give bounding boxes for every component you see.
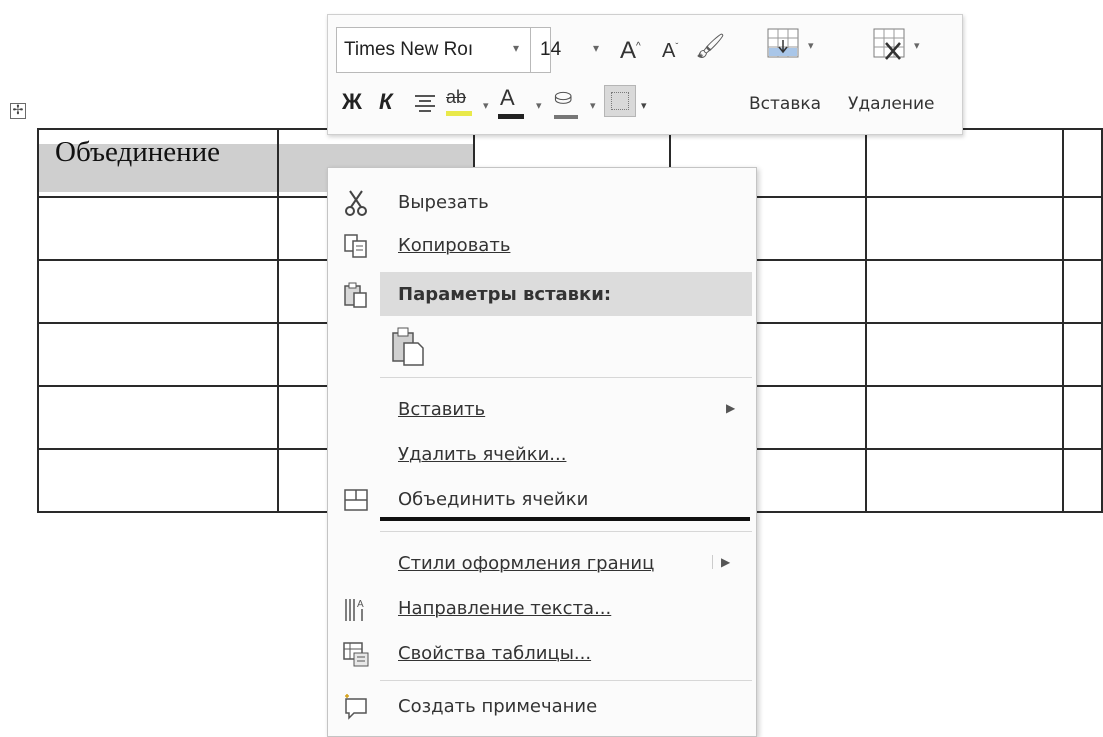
table-cell[interactable] (865, 259, 1064, 324)
grow-font-icon: A (620, 37, 637, 64)
table-cell[interactable] (37, 196, 279, 261)
font-size-dropdown-icon[interactable]: ▾ (593, 41, 599, 55)
merge-cells-icon (342, 486, 370, 514)
table-cell[interactable] (865, 322, 1064, 387)
table-cell[interactable] (1061, 196, 1103, 261)
delete-button[interactable]: Удаление (848, 94, 934, 114)
table-cell[interactable] (1061, 385, 1103, 450)
table-cell[interactable] (1061, 128, 1103, 198)
shading-color-bar (554, 115, 578, 119)
menu-item-label: Стили оформления границ (398, 553, 655, 574)
text-direction-icon: A (342, 595, 370, 623)
annotation-underline (380, 517, 750, 521)
menu-item-insert[interactable]: Вставить ▶ (328, 387, 756, 431)
mini-toolbar: Times New Roı ▾ 14 ▾ A^ Aˇ 🖌 Ж К ab ▾ A … (327, 14, 963, 135)
menu-item-label: Направление текста... (398, 598, 612, 619)
shading-button[interactable]: ⛀ (554, 85, 578, 119)
cell-text: Объединение (55, 136, 221, 168)
paste-keep-source-button[interactable] (328, 321, 756, 373)
menu-item-label: Удалить ячейки... (398, 444, 567, 465)
menu-item-cut[interactable]: Вырезать (328, 180, 756, 224)
font-size-input[interactable]: 14 (540, 39, 561, 61)
menu-item-new-comment[interactable]: Создать примечание (328, 684, 756, 728)
align-center-icon[interactable] (415, 95, 435, 112)
svg-text:A: A (357, 599, 364, 610)
borders-icon (611, 92, 629, 110)
font-name-input[interactable]: Times New Roı (344, 39, 494, 61)
menu-separator (380, 680, 752, 681)
scissors-icon (342, 189, 370, 217)
menu-item-label: Параметры вставки: (398, 284, 612, 305)
font-color-bar (498, 114, 524, 119)
menu-separator (380, 377, 752, 378)
shading-dropdown-icon[interactable]: ▾ (590, 99, 596, 112)
menu-item-text-direction[interactable]: A Направление текста... (328, 586, 756, 630)
insert-table-icon[interactable] (766, 27, 802, 61)
paint-bucket-icon: ⛀ (554, 85, 573, 110)
move-cross-icon: ✢ (12, 103, 24, 118)
table-cell[interactable] (865, 385, 1064, 450)
borders-dropdown-icon[interactable]: ▾ (641, 99, 647, 112)
copy-icon (342, 232, 370, 260)
shrink-font-icon: A (662, 40, 676, 62)
highlight-button[interactable]: ab (446, 87, 472, 116)
italic-button[interactable]: К (379, 89, 393, 115)
submenu-arrow-icon: ▶ (712, 555, 730, 569)
table-cell[interactable] (37, 385, 279, 450)
delete-table-icon[interactable] (872, 27, 908, 61)
font-combo-divider (530, 28, 531, 72)
font-color-dropdown-icon[interactable]: ▾ (536, 99, 542, 112)
table-cell[interactable] (37, 259, 279, 324)
highlight-dropdown-icon[interactable]: ▾ (483, 99, 489, 112)
insert-button[interactable]: Вставка (749, 94, 821, 114)
table-move-handle[interactable]: ✢ (10, 103, 26, 119)
table-properties-icon (342, 640, 370, 668)
paste-icon (342, 281, 370, 309)
borders-button[interactable] (604, 85, 636, 117)
table-cell[interactable] (37, 448, 279, 513)
highlight-color-bar (446, 111, 472, 116)
table-cell[interactable] (37, 322, 279, 387)
menu-item-label: Вырезать (398, 192, 489, 213)
table-cell[interactable] (865, 448, 1064, 513)
menu-item-delete-cells[interactable]: Удалить ячейки... (328, 432, 756, 476)
menu-item-table-properties[interactable]: Свойства таблицы... (328, 631, 756, 675)
menu-item-merge-cells[interactable]: Объединить ячейки (328, 477, 756, 521)
format-painter-icon[interactable]: 🖌 (695, 32, 725, 60)
new-comment-icon (342, 693, 370, 721)
font-name-dropdown-icon[interactable]: ▾ (513, 41, 519, 55)
highlight-icon: ab (446, 87, 467, 107)
table-cell[interactable] (865, 128, 1064, 198)
font-combo: Times New Roı ▾ 14 (336, 27, 561, 73)
menu-item-label: Копировать (398, 235, 511, 256)
table-cell[interactable] (1061, 448, 1103, 513)
insert-dropdown-icon[interactable]: ▾ (808, 39, 814, 52)
menu-item-border-styles[interactable]: Стили оформления границ ▶ (328, 541, 756, 585)
grow-font-button[interactable]: A^ (620, 37, 641, 65)
menu-item-label: Вставить (398, 399, 486, 420)
context-menu: Вырезать Копировать Параметры вставки: В… (327, 167, 757, 737)
delete-dropdown-icon[interactable]: ▾ (914, 39, 920, 52)
font-color-icon: A (500, 85, 515, 110)
menu-item-copy[interactable]: Копировать (328, 223, 756, 267)
table-cell[interactable] (1061, 322, 1103, 387)
menu-separator (380, 531, 752, 532)
font-color-button[interactable]: A (498, 85, 524, 119)
menu-item-label: Объединить ячейки (398, 489, 589, 510)
menu-item-label: Свойства таблицы... (398, 643, 592, 664)
paste-keep-source-icon (390, 325, 426, 369)
table-cell[interactable] (1061, 259, 1103, 324)
submenu-arrow-icon: ▶ (726, 401, 736, 415)
shrink-font-button[interactable]: Aˇ (662, 40, 678, 63)
table-cell-selected[interactable]: Объединение (37, 128, 279, 198)
table-cell[interactable] (865, 196, 1064, 261)
menu-item-label: Создать примечание (398, 696, 598, 717)
menu-header-paste-options: Параметры вставки: (344, 272, 752, 316)
bold-button[interactable]: Ж (342, 89, 362, 115)
